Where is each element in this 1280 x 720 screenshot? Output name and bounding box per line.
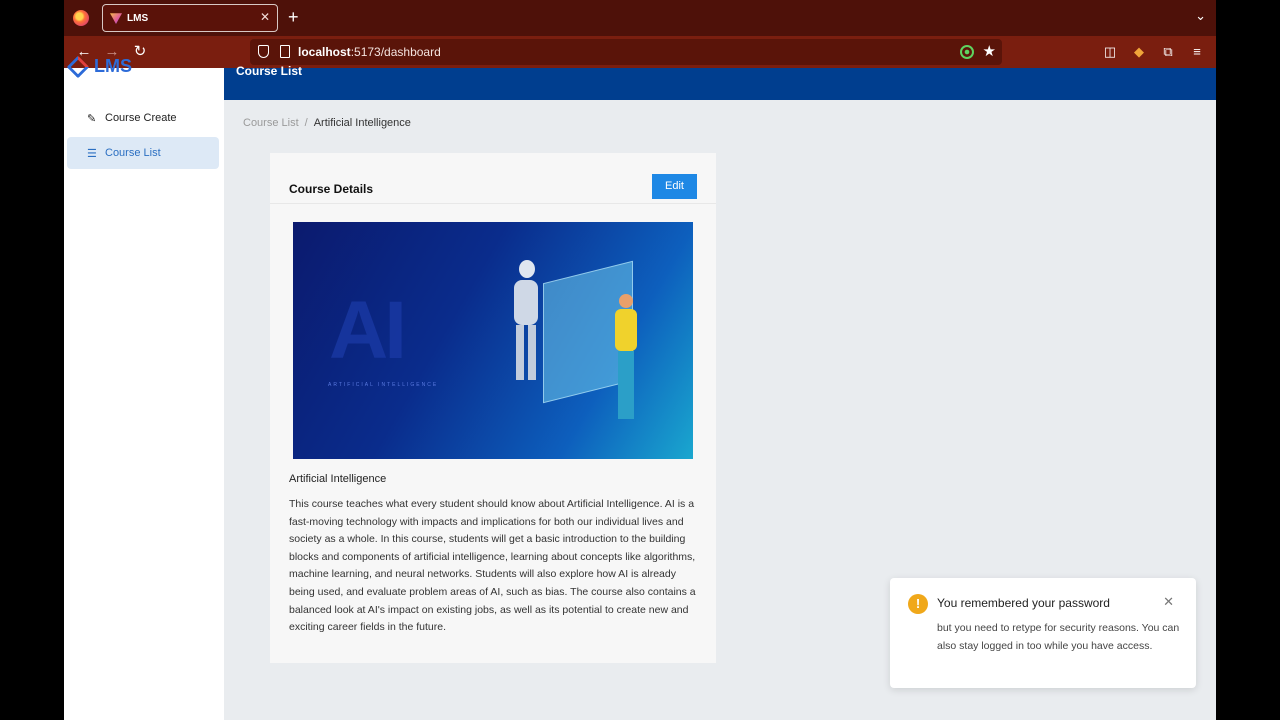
new-tab-icon[interactable]: + — [288, 7, 299, 27]
pencil-icon: ✎ — [87, 113, 97, 125]
card-title: Course Details — [289, 182, 374, 196]
page-header: Course List — [224, 64, 1216, 100]
app-logo[interactable]: LMS — [66, 55, 132, 79]
firefox-icon[interactable] — [73, 10, 89, 26]
divider — [270, 203, 716, 204]
lms-favicon-icon — [110, 13, 122, 24]
breadcrumb-current: Artificial Intelligence — [313, 117, 411, 129]
sidebar-item-label: Course List — [105, 147, 161, 159]
image-ai-subtext: ARTIFICIAL INTELLIGENCE — [328, 382, 439, 388]
shield-icon[interactable] — [258, 45, 269, 58]
browser-tab[interactable]: LMS ✕ — [102, 4, 278, 32]
page-title: Course List — [236, 64, 303, 78]
course-details-card: Course Details Edit AI ARTIFICIAL INTELL… — [270, 153, 716, 663]
breadcrumb-separator: / — [304, 117, 308, 129]
extension-fox-icon[interactable]: ◆ — [1130, 43, 1148, 61]
page-icon[interactable] — [280, 45, 290, 58]
logo-text: LMS — [94, 56, 132, 76]
course-image: AI ARTIFICIAL INTELLIGENCE — [293, 222, 693, 459]
course-description: This course teaches what every student s… — [289, 498, 696, 634]
screen: LMS ✕ + ⌄ ← → ↻ localhost:5173/dashboard… — [64, 0, 1216, 720]
tab-title: LMS — [127, 13, 149, 24]
breadcrumb-course-list[interactable]: Course List — [243, 117, 299, 129]
sidebar-item-course-create[interactable]: ✎ Course Create — [67, 102, 219, 134]
tracking-icon[interactable] — [960, 45, 974, 59]
close-tab-icon[interactable]: ✕ — [260, 10, 270, 24]
url-host: localhost — [298, 45, 351, 59]
warning-icon: ! — [908, 594, 928, 614]
url-path: :5173/dashboard — [350, 45, 441, 59]
logo-mark-icon — [66, 55, 90, 79]
reload-icon[interactable]: ↻ — [130, 42, 150, 62]
robot-figure — [511, 260, 541, 380]
address-bar[interactable]: localhost:5173/dashboard ★ — [250, 39, 1002, 65]
edit-button[interactable]: Edit — [652, 174, 697, 199]
browser-tab-bar: LMS ✕ + ⌄ — [64, 0, 1216, 36]
close-icon[interactable]: ✕ — [1163, 594, 1174, 610]
sidebar-item-course-list[interactable]: ☰ Course List — [67, 137, 219, 169]
menu-icon[interactable]: ≡ — [1188, 43, 1206, 61]
pocket-icon[interactable]: ◫ — [1101, 43, 1119, 61]
person-figure — [613, 294, 639, 424]
toast-body: but you need to retype for security reas… — [937, 622, 1180, 652]
url-text[interactable]: localhost:5173/dashboard — [298, 45, 441, 59]
list-icon: ☰ — [87, 148, 97, 160]
toast-title: You remembered your password — [937, 596, 1110, 610]
breadcrumb: Course List / Artificial Intelligence — [243, 117, 411, 129]
bookmark-star-icon[interactable]: ★ — [983, 42, 996, 60]
sidebar-item-label: Course Create — [105, 112, 177, 124]
chevron-down-icon[interactable]: ⌄ — [1195, 8, 1206, 24]
password-toast: ! You remembered your password ✕ but you… — [890, 578, 1196, 688]
image-ai-text: AI — [329, 285, 407, 376]
extensions-icon[interactable]: ⧉ — [1159, 43, 1177, 61]
sidebar: LMS ✎ Course Create ☰ Course List — [64, 55, 224, 720]
course-name: Artificial Intelligence — [289, 473, 387, 485]
